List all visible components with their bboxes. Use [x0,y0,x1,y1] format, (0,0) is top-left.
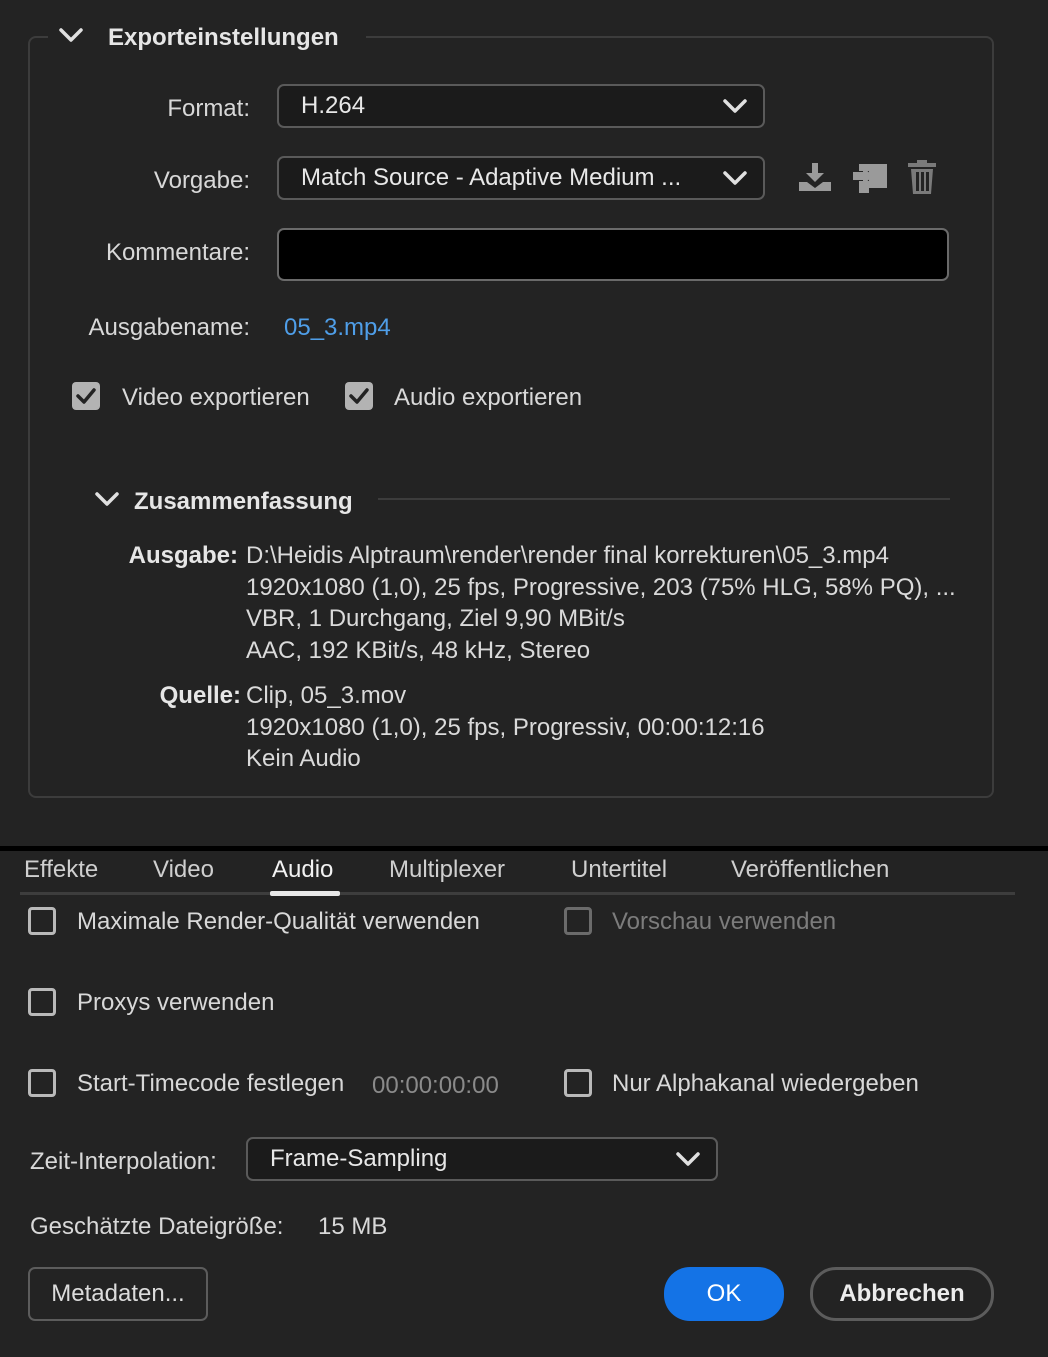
checkmark-icon [76,388,96,404]
estimated-size-value: 15 MB [318,1213,388,1240]
summary-divider [378,498,950,500]
chevron-down-icon [723,171,747,185]
checkmark-icon [349,388,369,404]
summary-source-line: 1920x1080 (1,0), 25 fps, Progressiv, 00:… [246,713,765,741]
chevron-down-icon[interactable] [58,27,84,45]
tab-video[interactable]: Video [153,856,214,884]
use-proxies-label: Proxys verwenden [77,989,275,1016]
ok-button[interactable]: OK [664,1267,784,1321]
format-dropdown[interactable]: H.264 [277,84,765,128]
chevron-down-icon [676,1152,700,1166]
chevron-down-icon[interactable] [94,491,120,509]
preset-dropdown[interactable]: Match Source - Adaptive Medium ... [277,156,765,200]
preset-label: Vorgabe: [153,167,250,194]
alpha-only-label: Nur Alphakanal wiedergeben [612,1070,919,1097]
summary-output-line: AAC, 192 KBit/s, 48 kHz, Stereo [246,636,591,664]
summary-source-line: Clip, 05_3.mov [246,682,407,709]
comments-label: Kommentare: [105,239,250,266]
save-preset-icon[interactable] [797,160,833,194]
summary-source-key: Quelle: [159,682,241,709]
metadata-button[interactable]: Metadaten... [28,1267,208,1321]
comments-field[interactable] [277,228,949,281]
format-label: Format: [167,95,250,122]
delete-preset-icon[interactable] [905,158,939,196]
summary-output-lines: D:\Heidis Alptraum\render\render final k… [246,540,956,666]
output-name-label: Ausgabename: [88,314,250,341]
export-settings-title: Exporteinstellungen [108,24,339,51]
summary-output-line: 1920x1080 (1,0), 25 fps, Progressive, 20… [246,573,956,601]
max-render-quality-checkbox[interactable] [28,907,56,935]
time-interpolation-label: Zeit-Interpolation: [30,1148,217,1175]
format-value: H.264 [301,92,366,119]
start-timecode-label: Start-Timecode festlegen [77,1070,345,1097]
export-audio-label: Audio exportieren [394,384,583,411]
tabs-underline [20,892,1015,895]
alpha-only-checkbox[interactable] [564,1069,592,1097]
use-proxies-checkbox[interactable] [28,988,56,1016]
summary-source-lines: Clip, 05_3.mov 1920x1080 (1,0), 25 fps, … [246,680,765,775]
start-timecode-checkbox[interactable] [28,1069,56,1097]
export-video-checkbox[interactable] [72,382,100,410]
cancel-button[interactable]: Abbrechen [810,1267,994,1321]
tab-veroeffentlichen[interactable]: Veröffentlichen [731,856,889,884]
max-render-quality-label: Maximale Render-Qualität verwenden [77,908,480,935]
export-audio-checkbox[interactable] [345,382,373,410]
tab-untertitel[interactable]: Untertitel [571,856,667,884]
summary-output-key: Ausgabe: [128,542,238,569]
tab-audio[interactable]: Audio [272,856,333,884]
summary-output-line: D:\Heidis Alptraum\render\render final k… [246,542,889,569]
summary-output-line: VBR, 1 Durchgang, Ziel 9,90 MBit/s [246,605,625,632]
summary-title: Zusammenfassung [134,488,353,515]
panel-divider [0,846,1048,851]
time-interpolation-dropdown[interactable]: Frame-Sampling [246,1137,718,1181]
start-timecode-value[interactable]: 00:00:00:00 [372,1072,499,1100]
chevron-down-icon [723,99,747,113]
output-name-link[interactable]: 05_3.mp4 [284,314,391,342]
use-preview-checkbox[interactable] [564,907,592,935]
import-preset-icon[interactable] [851,160,889,196]
use-preview-label: Vorschau verwenden [612,908,837,935]
summary-source-line: Kein Audio [246,745,361,772]
tab-multiplexer[interactable]: Multiplexer [389,856,505,884]
tab-effekte[interactable]: Effekte [24,856,98,884]
active-tab-indicator [270,891,340,896]
preset-value: Match Source - Adaptive Medium ... [301,164,682,191]
export-video-label: Video exportieren [122,384,310,411]
time-interpolation-value: Frame-Sampling [270,1145,448,1172]
estimated-size-label: Geschätzte Dateigröße: [30,1213,284,1240]
